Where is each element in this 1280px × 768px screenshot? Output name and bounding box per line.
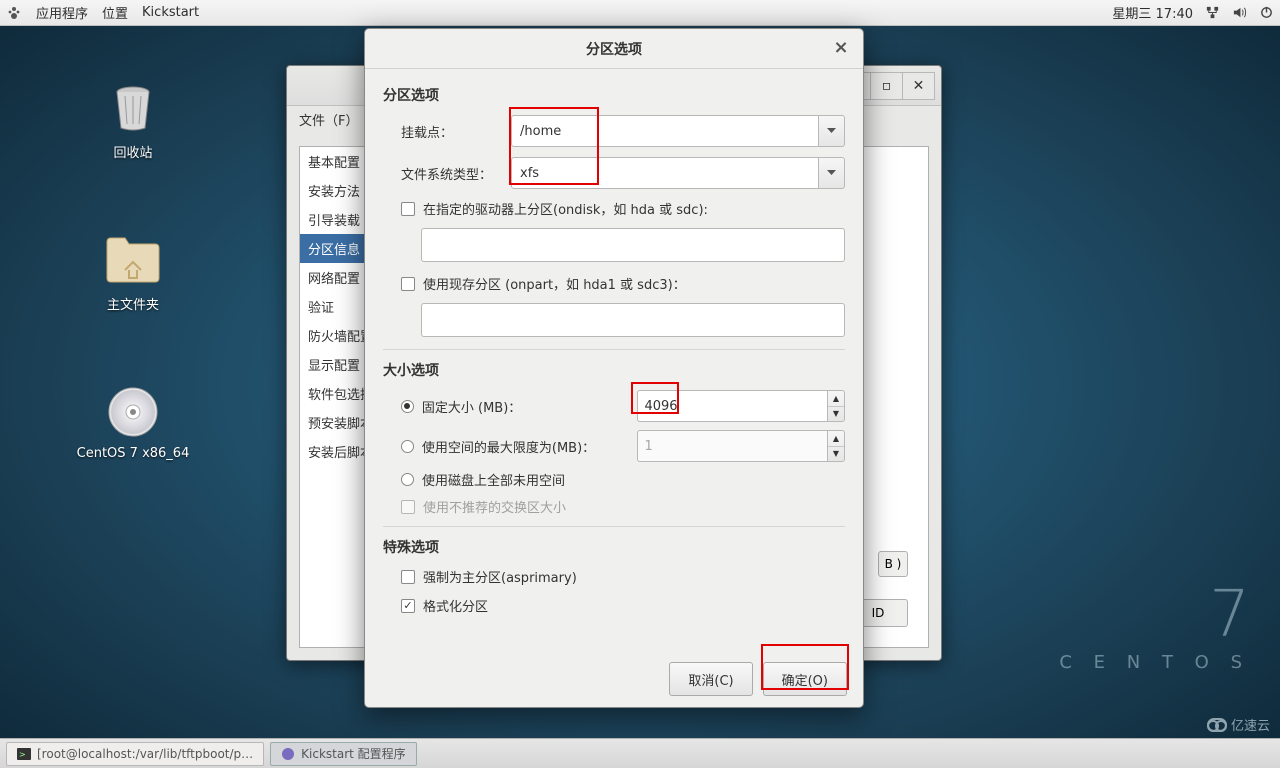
chevron-down-icon [827,170,836,176]
menu-places[interactable]: 位置 [102,3,128,22]
power-icon[interactable] [1259,5,1274,20]
chevron-down-icon [827,128,836,134]
folder-home-icon [103,234,163,286]
task-kickstart-label: Kickstart 配置程序 [301,745,406,762]
centos-seven: 7 [1059,578,1250,652]
ondisk-input[interactable] [421,228,845,262]
desktop-home[interactable]: 主文件夹 [78,230,188,313]
centos-name: C E N T O S [1059,652,1250,673]
window-maximize-button[interactable]: ▫ [871,72,903,100]
task-kickstart[interactable]: Kickstart 配置程序 [270,742,417,766]
section-size-title: 大小选项 [383,360,845,380]
spin-up-icon: ▲ [828,431,844,447]
cloud-icon [1207,718,1227,732]
divider [383,349,845,350]
fill-label: 使用磁盘上全部未用空间 [422,470,565,489]
menu-app-kickstart[interactable]: Kickstart [142,5,199,20]
format-label: 格式化分区 [423,596,488,615]
max-size-radio[interactable] [401,440,414,453]
cancel-button[interactable]: 取消(C) [669,662,752,696]
dialog-titlebar: 分区选项 × [365,29,863,69]
desktop-trash[interactable]: 回收站 [78,78,188,161]
fs-combo[interactable]: xfs [511,157,819,189]
fill-radio[interactable] [401,473,414,486]
kickstart-icon [281,747,295,761]
top-panel: 应用程序 位置 Kickstart 星期三 17:40 [0,0,1280,26]
watermark-text: 亿速云 [1231,715,1270,734]
spin-up-icon[interactable]: ▲ [828,391,844,407]
task-terminal-label: [root@localhost:/var/lib/tftpboot/p… [37,747,253,761]
fixed-size-label: 固定大小 (MB)： [422,397,630,416]
desktop-trash-label: 回收站 [78,142,188,161]
menu-file[interactable]: 文件（F） [299,114,358,129]
onpart-label: 使用现存分区 (onpart，如 hda1 或 sdc3)： [423,274,686,293]
svg-text:>: > [19,750,26,759]
ok-button[interactable]: 确定(O) [763,662,847,696]
mount-combo-arrow[interactable] [819,115,845,147]
spin-down-icon[interactable]: ▼ [828,407,844,422]
partial-button-b[interactable]: B ) [878,551,908,577]
network-icon[interactable] [1205,5,1220,20]
desktop-home-label: 主文件夹 [78,294,188,313]
swap-label: 使用不推荐的交换区大小 [423,497,566,516]
asprimary-label: 强制为主分区(asprimary) [423,567,577,586]
volume-icon[interactable] [1232,5,1247,20]
max-size-label: 使用空间的最大限度为(MB)： [422,437,630,456]
window-close-button[interactable]: ✕ [903,72,935,100]
onpart-input[interactable] [421,303,845,337]
spin-down-icon: ▼ [828,447,844,462]
max-size-input: 1 [637,430,827,462]
watermark: 亿速云 [1207,715,1270,734]
disc-icon [105,384,161,440]
onpart-checkbox[interactable] [401,277,415,291]
mount-label: 挂载点： [401,122,511,141]
dialog-title: 分区选项 [586,39,642,59]
gnome-logo-icon [6,5,22,21]
fixed-size-spinner[interactable]: 4096 ▲▼ [637,390,845,422]
terminal-icon: > [17,748,31,760]
clock[interactable]: 星期三 17:40 [1112,3,1193,22]
trash-icon [105,80,161,136]
dialog-close-button[interactable]: × [829,37,853,61]
dialog-footer: 取消(C) 确定(O) [365,651,863,707]
max-size-spinner: 1 ▲▼ [637,430,845,462]
ondisk-label: 在指定的驱动器上分区(ondisk，如 hda 或 sdc): [423,199,708,218]
ondisk-checkbox[interactable] [401,202,415,216]
desktop-media-label: CentOS 7 x86_64 [70,446,196,461]
divider [383,526,845,527]
centos-logo: 7 C E N T O S [1059,578,1250,673]
menu-applications[interactable]: 应用程序 [36,3,88,22]
mount-combo[interactable]: /home [511,115,819,147]
fs-combo-arrow[interactable] [819,157,845,189]
swap-checkbox [401,500,415,514]
fs-label: 文件系统类型： [401,164,511,183]
task-terminal[interactable]: > [root@localhost:/var/lib/tftpboot/p… [6,742,264,766]
partition-dialog: 分区选项 × 分区选项 挂载点： /home 文件系统类型： xfs 在指定的驱… [364,28,864,708]
fixed-size-input[interactable]: 4096 [637,390,827,422]
fixed-size-radio[interactable] [401,400,414,413]
section-special-title: 特殊选项 [383,537,845,557]
bottom-taskbar: > [root@localhost:/var/lib/tftpboot/p… K… [0,738,1280,768]
desktop-media[interactable]: CentOS 7 x86_64 [70,382,196,461]
section-partition-title: 分区选项 [383,85,845,105]
asprimary-checkbox[interactable] [401,570,415,584]
format-checkbox[interactable] [401,599,415,613]
